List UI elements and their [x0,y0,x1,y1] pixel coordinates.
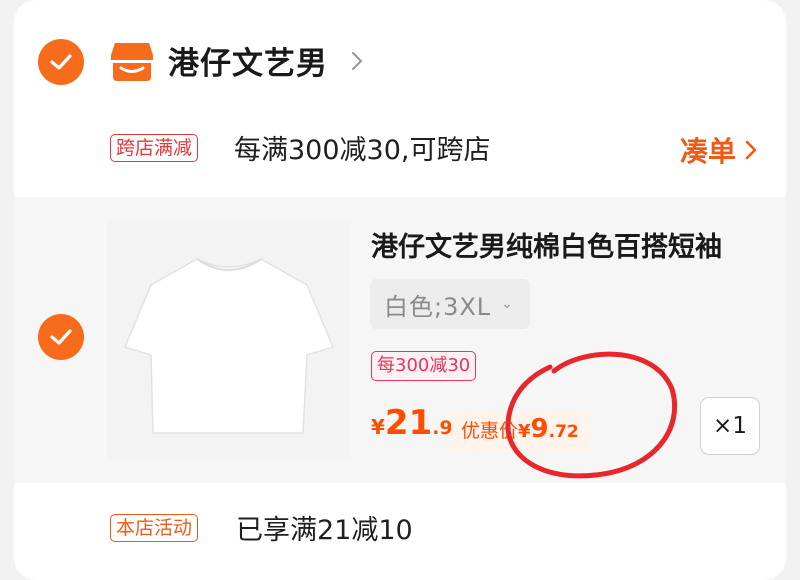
chevron-down-icon: ⌄ [501,296,513,312]
quantity-button[interactable]: ×1 [700,397,760,455]
promo-price-decimal: .72 [548,422,579,442]
sku-selector[interactable]: 白色;3XL ⌄ [370,279,530,329]
item-select-checkbox[interactable] [38,314,84,360]
promo-price-currency: ¥ [518,421,531,442]
promo-price-label: 优惠价 [461,420,519,442]
shop-logo-icon [111,43,153,81]
chevron-right-icon [745,140,757,160]
cross-store-promo-row: 跨店满减 每满300减30,可跨店 凑单 [14,124,786,174]
check-icon [50,54,72,70]
shop-name[interactable]: 港仔文艺男 [168,38,328,83]
store-activity-tag: 本店活动 [110,514,199,542]
product-image[interactable] [107,219,351,459]
add-on-items-link[interactable]: 凑单 [680,130,758,170]
discount-tag: 每300减30 [371,351,477,381]
cross-store-discount-tag: 跨店满减 [110,134,199,162]
cart-item: 港仔文艺男纯棉白色百搭短袖 白色;3XL ⌄ 每300减30 ¥ 21 .9 优… [14,197,786,483]
promo-price: 优惠价 ¥ 9 .72 [451,411,589,451]
shop-header: 港仔文艺男 [14,30,786,94]
price-currency: ¥ [371,415,385,439]
price-integer: 21 [384,403,433,443]
store-activity-row: 本店活动 已享满21减10 [14,502,786,552]
product-title[interactable]: 港仔文艺男纯棉白色百搭短袖 [371,225,722,264]
chevron-right-icon[interactable] [346,48,368,74]
add-on-items-label: 凑单 [679,135,736,168]
shop-select-checkbox[interactable] [38,39,84,85]
promo-description: 每满300减30,可跨店 [234,135,491,166]
sku-value: 白色;3XL [384,292,492,321]
shop-cart-card: 港仔文艺男 跨店满减 每满300减30,可跨店 凑单 港仔文艺男纯棉白色百搭短袖 [14,0,786,580]
promo-price-integer: 9 [530,414,549,444]
check-icon [50,329,72,345]
store-activity-description: 已享满21减10 [236,515,413,546]
item-price: ¥ 21 .9 [371,403,453,443]
price-decimal: .9 [432,417,453,439]
